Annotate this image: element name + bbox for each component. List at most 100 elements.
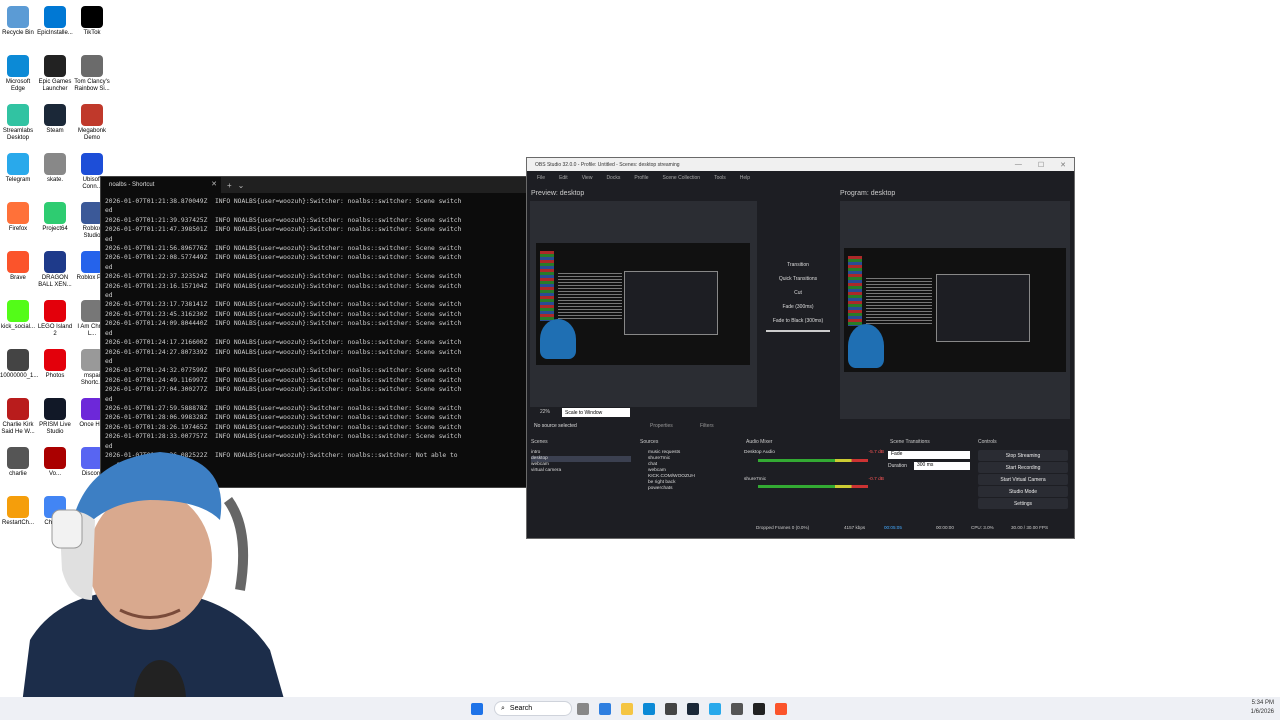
control-button[interactable]: Start Virtual Camera [978,474,1068,485]
control-button[interactable]: Studio Mode [978,486,1068,497]
file-explorer-icon[interactable] [621,702,633,715]
minimize-icon[interactable]: — [1015,161,1022,169]
desktop-icon[interactable]: Recycle Bin [0,6,36,37]
new-tab-icon[interactable]: + [227,181,232,190]
terminal-tab[interactable]: noalbs - Shortcut ✕ [101,177,221,193]
telegram-icon[interactable] [709,702,721,715]
steam-icon[interactable] [687,702,699,715]
app-icon [44,202,66,224]
desktop-icon[interactable]: EpicInstalle... [37,6,73,37]
desktop-icon-label: skate. [46,177,63,183]
task-view-icon[interactable] [577,702,589,715]
desktop-icon-label: PRISM Live Studio [39,422,71,435]
transition-select[interactable]: Fade [888,451,970,459]
menu-item[interactable]: Profile [634,175,648,181]
mixer-channel-1: Desktop Audio -5.7 dB [744,450,884,456]
desktop-icon[interactable]: Megabonk Demo [74,104,110,142]
duration-label: Duration [888,463,907,469]
no-source-label: No source selected [534,423,577,429]
desktop-icon[interactable]: 10000000_1... [0,349,38,380]
menu-item[interactable]: View [582,175,593,181]
search-icon: ⌕ [501,704,505,712]
cut-button[interactable]: Cut [762,286,834,300]
close-icon[interactable]: ✕ [211,180,217,188]
terminal-line: 2026-01-07T01:24:09.804440Z INFO NOALBS{… [105,320,462,328]
search-label: Search [509,705,533,712]
desktop-icon[interactable]: LEGO Island 2 [37,300,73,338]
desktop-icon[interactable]: Microsoft Edge [0,55,36,93]
menu-item[interactable]: Tools [714,175,726,181]
brave-icon[interactable] [775,702,787,715]
dropped-frames: Dropped Frames 0 (0.0%) [756,525,810,530]
controls-title: Controls [978,439,997,445]
copilot-icon[interactable] [599,702,611,715]
system-tray[interactable]: 5:34 PM 1/6/2026 [1251,699,1274,717]
mixer-channel-name: Desktop Audio [744,450,775,455]
obs-menubar: File Edit View Docks Profile Scene Collection… [527,171,1074,185]
terminal-line: ed [105,395,113,403]
clock-time: 5:34 PM [1251,700,1274,706]
fade-to-black-button[interactable]: Fade to Black (300ms) [762,314,834,328]
duration-input[interactable]: 300 ms [914,462,970,470]
search-box[interactable]: ⌕ Search [494,701,572,716]
desktop-icon[interactable]: Epic Games Launcher [37,55,73,93]
scale-mode-select[interactable]: Scale to Window [562,408,630,417]
desktop-icon-label: Brave [10,275,26,281]
desktop-icon[interactable]: Tom Clancy's Rainbow Si... [74,55,110,93]
control-button[interactable]: Start Recording [978,462,1068,473]
terminal-icon[interactable] [753,702,765,715]
stream-time: 00:05:05 [884,525,902,530]
sources-list: music requests shure7mic chat webcam KICK.CO… [648,450,738,492]
windows-start-icon[interactable] [471,702,483,715]
chevron-down-icon[interactable]: ⌄ [238,181,245,190]
desktop-icon-label: LEGO Island 2 [37,324,73,337]
scene-item[interactable]: virtual camera [531,468,631,474]
desktop-icon[interactable]: PRISM Live Studio [37,398,73,436]
properties-button[interactable]: Properties [650,423,673,429]
menu-item[interactable]: File [537,175,545,181]
preview-canvas[interactable] [530,201,757,407]
store-icon[interactable] [665,702,677,715]
terminal-line: ed [105,207,113,215]
maximize-icon[interactable]: ☐ [1038,161,1044,169]
desktop-icon[interactable]: Telegram [0,153,36,184]
menu-item[interactable]: Edit [559,175,568,181]
desktop-icon[interactable]: Steam [37,104,73,135]
desktop-icon-label: Megabonk Demo [77,128,107,141]
desktop-icon[interactable]: Project64 [37,202,73,233]
mixer-channel-db: -5.7 dB [868,450,884,455]
control-button[interactable]: Settings [978,498,1068,509]
scenes-list: intro desktop webcam virtual camera [531,450,631,474]
terminal-tab-title: noalbs - Shortcut [109,182,155,188]
desktop-icon[interactable]: Streamlabs Desktop [0,104,36,142]
transition-panel: Transition Quick Transitions Cut Fade (3… [762,258,834,334]
preview-label: Preview: desktop [531,190,585,197]
tbar-slider[interactable] [766,330,830,332]
menu-item[interactable]: Help [740,175,750,181]
desktop-icon[interactable]: DRAGON BALL XEN... [37,251,73,289]
desktop-icon[interactable]: skate. [37,153,73,184]
fade-button[interactable]: Fade (300ms) [762,300,834,314]
desktop-icon-label: Steam [46,128,64,134]
filters-button[interactable]: Filters [700,423,714,429]
desktop-icon[interactable]: TikTok [74,6,110,37]
edge-icon[interactable] [643,702,655,715]
terminal-line: 2026-01-07T01:28:26.197465Z INFO NOALBS{… [105,423,462,431]
desktop-icon[interactable]: Firefox [0,202,36,233]
terminal-line: ed [105,235,113,243]
terminal-line: 2026-01-07T01:28:06.998328Z INFO NOALBS{… [105,414,462,422]
desktop-icon[interactable]: Photos [37,349,73,380]
obs-icon[interactable] [731,702,743,715]
menu-item[interactable]: Scene Collection [663,175,701,181]
app-icon [7,55,29,77]
control-button[interactable]: Stop Streaming [978,450,1068,461]
desktop-icon[interactable]: Charlie Kirk Said He W... [0,398,36,436]
desktop-icon[interactable]: Brave [0,251,36,282]
desktop-icon-label: Recycle Bin [2,30,34,36]
desktop-icon[interactable]: kick_social... [0,300,36,331]
menu-item[interactable]: Docks [606,175,620,181]
app-icon [7,202,29,224]
app-icon [81,104,103,126]
close-icon[interactable]: ✕ [1060,161,1066,169]
source-item[interactable]: powerchats [648,486,738,492]
